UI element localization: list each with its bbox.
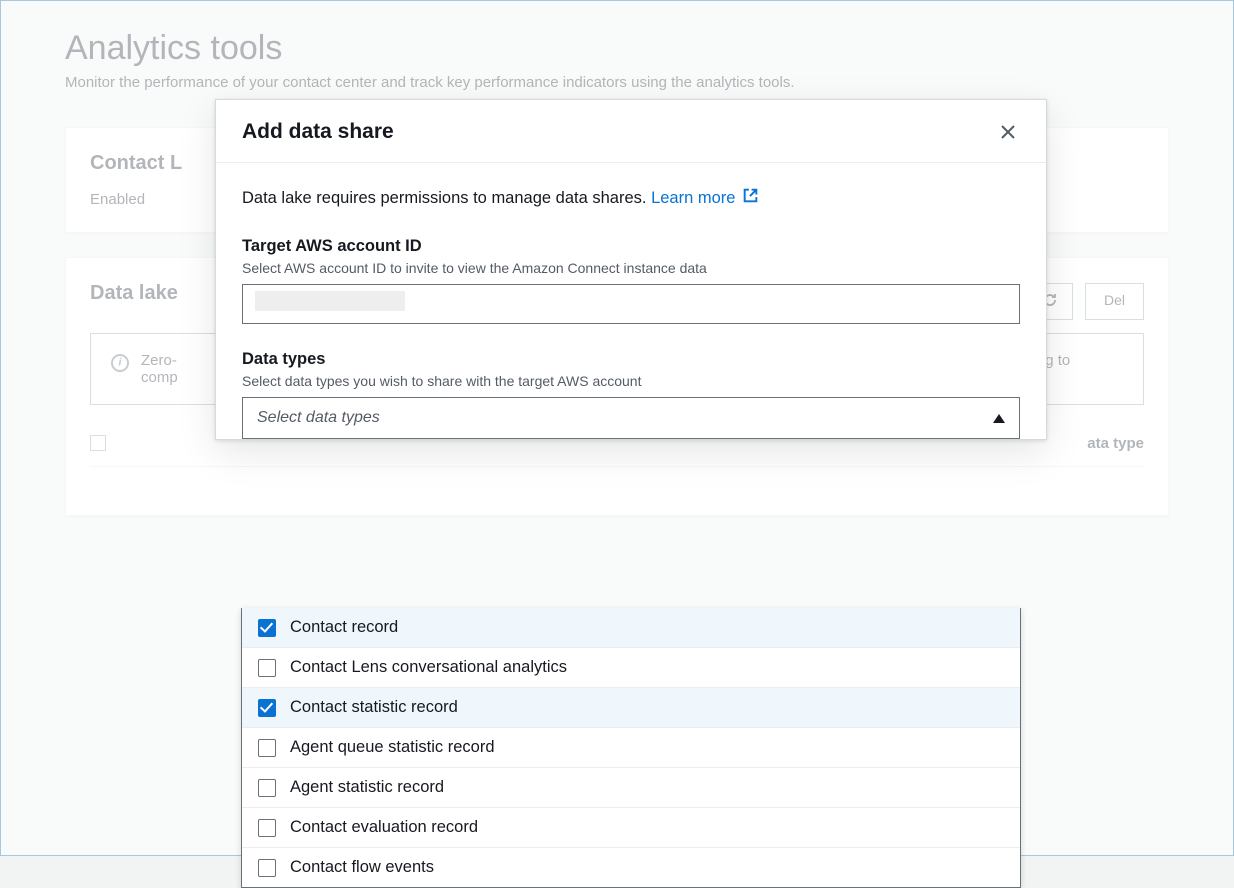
checkbox-icon — [258, 859, 276, 877]
data-type-option[interactable]: Contact flow events — [242, 847, 1020, 887]
external-link-icon — [742, 187, 759, 209]
checkbox-icon — [258, 779, 276, 797]
data-types-hint: Select data types you wish to share with… — [242, 373, 1020, 389]
learn-more-link[interactable]: Learn more — [651, 189, 759, 207]
chevron-up-icon — [993, 414, 1005, 423]
checkbox-icon — [258, 739, 276, 757]
data-type-option-label: Contact Lens conversational analytics — [290, 658, 567, 677]
data-type-option[interactable]: Contact record — [242, 608, 1020, 647]
multiselect-placeholder: Select data types — [257, 409, 380, 427]
data-type-option-label: Agent statistic record — [290, 778, 444, 797]
data-type-option[interactable]: Agent statistic record — [242, 767, 1020, 807]
data-type-option[interactable]: Contact Lens conversational analytics — [242, 647, 1020, 687]
data-type-option-label: Contact evaluation record — [290, 818, 478, 837]
target-account-label: Target AWS account ID — [242, 237, 1020, 256]
add-data-share-modal: Add data share Data lake requires permis… — [215, 99, 1047, 440]
permission-text: Data lake requires permissions to manage… — [242, 187, 1020, 209]
checkbox-icon — [258, 619, 276, 637]
data-types-label: Data types — [242, 350, 1020, 369]
close-button[interactable] — [996, 120, 1020, 144]
data-type-option[interactable]: Agent queue statistic record — [242, 727, 1020, 767]
data-type-option[interactable]: Contact evaluation record — [242, 807, 1020, 847]
checkbox-icon — [258, 659, 276, 677]
modal-title: Add data share — [242, 120, 394, 144]
data-type-option-label: Agent queue statistic record — [290, 738, 495, 757]
target-account-hint: Select AWS account ID to invite to view … — [242, 260, 1020, 276]
checkbox-icon — [258, 819, 276, 837]
data-types-multiselect[interactable]: Select data types — [242, 397, 1020, 439]
data-types-dropdown: Contact record Contact Lens conversationa… — [241, 608, 1021, 888]
data-type-option[interactable]: Contact statistic record — [242, 687, 1020, 727]
modal-header: Add data share — [216, 100, 1046, 163]
data-type-option-label: Contact statistic record — [290, 698, 458, 717]
close-icon — [999, 123, 1017, 141]
data-type-option-label: Contact flow events — [290, 858, 434, 877]
redacted-account-id — [255, 291, 405, 311]
data-type-option-label: Contact record — [290, 618, 398, 637]
modal-body: Data lake requires permissions to manage… — [216, 163, 1046, 439]
checkbox-icon — [258, 699, 276, 717]
target-account-input[interactable] — [242, 284, 1020, 324]
